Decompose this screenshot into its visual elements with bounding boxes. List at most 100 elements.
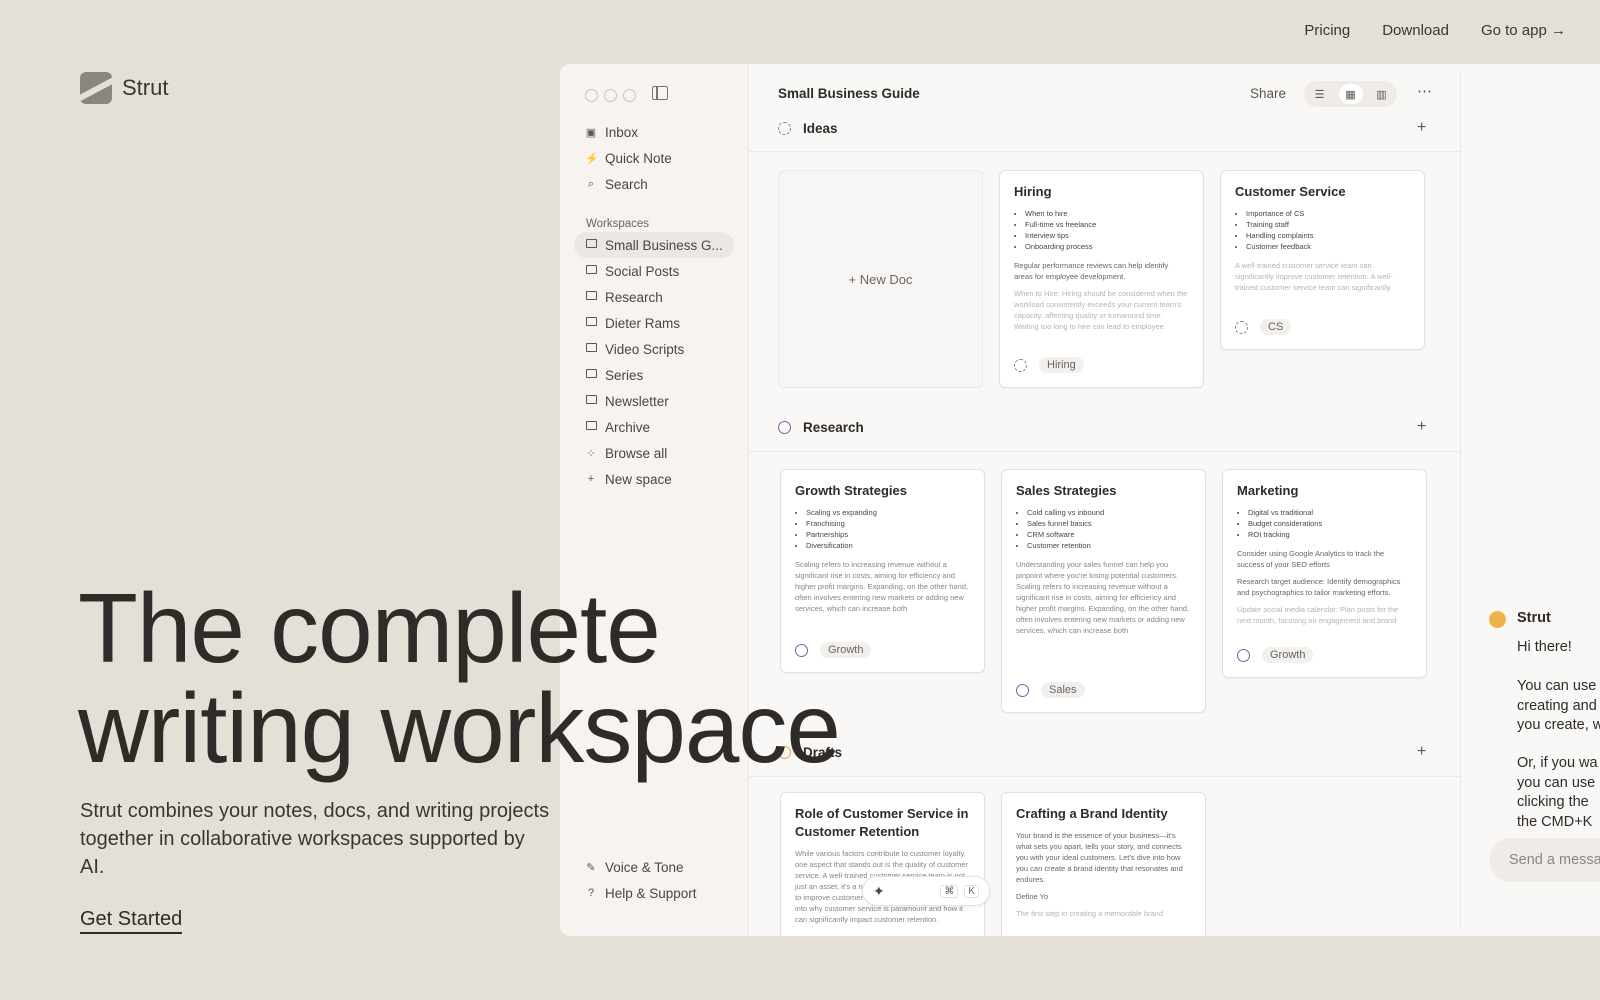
card-bullets: Scaling vs expanding Franchising Partner… [795, 507, 970, 551]
main-board: Small Business Guide Share ☰ ▦ ▥ ⋯ Ideas… [749, 64, 1461, 936]
brand[interactable]: Strut [80, 72, 168, 104]
add-to-research-icon[interactable]: + [1417, 418, 1426, 436]
card-text: Your brand is the essence of your busine… [1016, 831, 1183, 884]
sidebar-item-browse-all[interactable]: ⁘ Browse all [574, 440, 734, 466]
strut-logo-icon [80, 72, 112, 104]
sidebar-item-newsletter[interactable]: Newsletter [574, 388, 734, 414]
card-bullet: Scaling vs expanding [806, 507, 970, 518]
card-bullet: CRM software [1027, 529, 1191, 540]
card-bullet: Sales funnel basics [1027, 518, 1191, 529]
sparkle-icon: ✦ [873, 882, 885, 899]
add-to-ideas-icon[interactable]: + [1417, 119, 1426, 137]
card-title: Role of Customer Service in Customer Ret… [795, 806, 969, 839]
folder-icon [585, 291, 597, 303]
card-title: Marketing [1237, 483, 1299, 498]
section-research[interactable]: Research [778, 420, 864, 435]
card-bullet: When to hire [1025, 208, 1189, 219]
card-title: Sales Strategies [1016, 483, 1117, 498]
card-bullet: Handling complaints [1246, 230, 1410, 241]
sidebar-item-small-business[interactable]: Small Business G... [574, 232, 734, 258]
sidebar-item-label: Dieter Rams [605, 315, 681, 331]
bolt-icon: ⚡ [585, 152, 599, 165]
sidebar-item-inbox[interactable]: ▣ Inbox [574, 119, 734, 145]
divider [749, 776, 1461, 777]
doc-card-crafting-brand-identity[interactable]: Crafting a Brand Identity Your brand is … [1001, 792, 1206, 936]
sidebar-item-label: Research [605, 289, 663, 305]
card-footer: Growth [1237, 647, 1314, 663]
new-doc-button[interactable]: + New Doc [778, 170, 983, 388]
sidebar-item-video-scripts[interactable]: Video Scripts [574, 336, 734, 362]
help-icon: ? [587, 887, 595, 899]
doc-card-sales-strategies[interactable]: Sales Strategies Cold calling vs inbound… [1001, 469, 1206, 713]
folder-icon [585, 395, 597, 407]
minimize-window-button[interactable] [604, 89, 617, 102]
grid-dots-icon: ⁘ [586, 447, 596, 460]
hero-subtitle: Strut combines your notes, docs, and wri… [80, 800, 550, 878]
maximize-window-button[interactable] [623, 89, 636, 102]
card-bullets: Importance of CS Training staff Handling… [1235, 208, 1410, 252]
card-text: A well-trained customer service team can… [1235, 261, 1393, 292]
command-key: ⌘ [940, 884, 959, 898]
card-bullet: Importance of CS [1246, 208, 1410, 219]
card-title: Hiring [1014, 184, 1052, 199]
doc-card-customer-service[interactable]: Customer Service Importance of CS Traini… [1220, 170, 1425, 350]
sidebar-item-label: Video Scripts [605, 341, 685, 357]
sidebar-item-quick-note[interactable]: ⚡ Quick Note [574, 145, 734, 171]
card-bullets: Cold calling vs inbound Sales funnel bas… [1016, 507, 1191, 551]
view-toggle: ☰ ▦ ▥ [1304, 81, 1397, 107]
card-tag: Growth [1262, 647, 1314, 663]
doc-card-role-of-customer-service[interactable]: Role of Customer Service in Customer Ret… [780, 792, 985, 936]
sidebar-item-label: New space [605, 471, 672, 487]
grid-view-icon[interactable]: ▦ [1338, 84, 1363, 104]
card-tag: CS [1260, 319, 1292, 335]
card-title: Crafting a Brand Identity [1016, 806, 1168, 821]
window-controls [585, 89, 636, 102]
section-ideas[interactable]: Ideas [778, 121, 838, 136]
download-link[interactable]: Download [1382, 22, 1449, 39]
sidebar-item-help-support[interactable]: ? Help & Support [574, 880, 734, 906]
sidebar-item-voice-tone[interactable]: ✎ Voice & Tone [574, 854, 734, 880]
sidebar-item-social-posts[interactable]: Social Posts [574, 258, 734, 284]
card-bullet: ROI tracking [1248, 529, 1412, 540]
doc-card-hiring[interactable]: Hiring When to hire Full-time vs freelan… [999, 170, 1204, 388]
sidebar-item-dieter-rams[interactable]: Dieter Rams [574, 310, 734, 336]
card-text: Update social media calendar: Plan posts… [1237, 605, 1399, 625]
sidebar-item-series[interactable]: Series [574, 362, 734, 388]
sidebar-item-search[interactable]: ⌕ Search [574, 171, 734, 197]
card-text: The first step in creating a memorable b… [1016, 909, 1164, 918]
status-icon [778, 122, 791, 135]
list-view-icon[interactable]: ☰ [1308, 84, 1332, 104]
add-to-drafts-icon[interactable]: + [1417, 743, 1426, 761]
close-window-button[interactable] [585, 89, 598, 102]
pricing-link[interactable]: Pricing [1304, 22, 1350, 39]
get-started-button[interactable]: Get Started [80, 908, 183, 934]
pen-icon: ✎ [586, 861, 596, 874]
sidebar-item-archive[interactable]: Archive [574, 414, 734, 440]
card-footer: Sales [1016, 682, 1085, 698]
share-button[interactable]: Share [1250, 86, 1286, 101]
sidebar-item-research[interactable]: Research [574, 284, 734, 310]
status-icon [1237, 648, 1250, 662]
more-options-icon[interactable]: ⋯ [1417, 82, 1432, 100]
chat-message: Or, if you wa you can use clicking the t… [1517, 755, 1598, 830]
plus-icon: + [587, 473, 595, 485]
chat-message-input[interactable]: Send a messa [1489, 838, 1600, 882]
card-bullet: Onboarding process [1025, 241, 1189, 252]
folder-icon [585, 343, 597, 355]
brand-name: Strut [122, 75, 169, 100]
folder-icon [585, 239, 597, 251]
doc-card-marketing[interactable]: Marketing Digital vs traditional Budget … [1222, 469, 1427, 678]
strut-avatar [1489, 611, 1506, 628]
go-to-app-link[interactable]: Go to app → [1481, 22, 1566, 39]
sidebar-item-label: Newsletter [605, 393, 669, 409]
chat-message: Hi there! [1517, 639, 1572, 655]
card-bullet: Budget considerations [1248, 518, 1412, 529]
board-view-icon[interactable]: ▥ [1370, 84, 1394, 104]
sidebar-item-label: Voice & Tone [605, 859, 684, 875]
folder-icon [585, 265, 597, 277]
sidebar-toggle-icon[interactable] [652, 86, 668, 100]
sidebar-item-new-space[interactable]: + New space [574, 466, 734, 492]
status-icon [1014, 358, 1027, 372]
card-bullet: Digital vs traditional [1248, 507, 1412, 518]
ai-command-bar[interactable]: ✦ ⌘ K [862, 876, 990, 906]
